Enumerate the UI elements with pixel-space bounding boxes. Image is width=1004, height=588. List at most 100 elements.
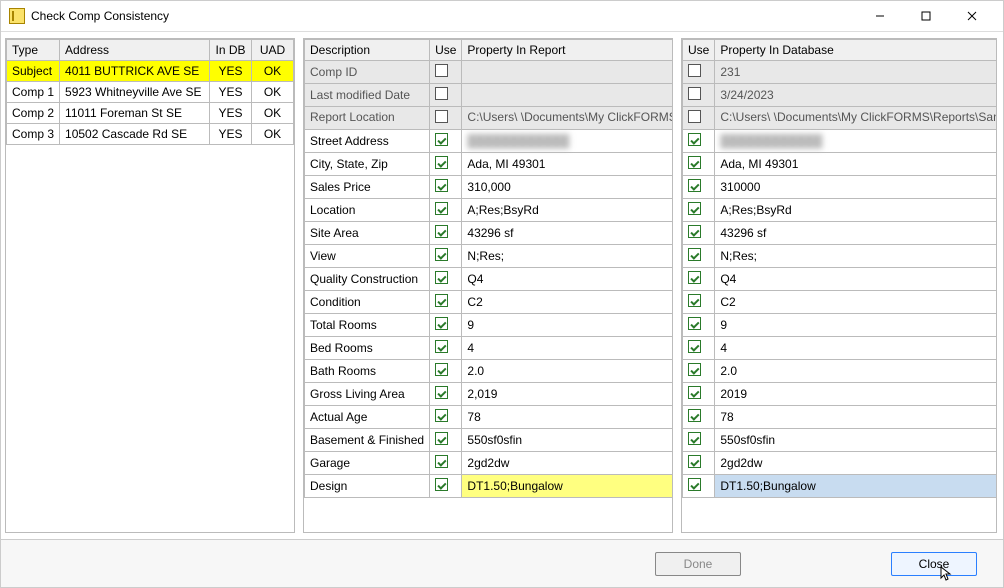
col-uad[interactable]: UAD: [252, 40, 294, 61]
col-use-db[interactable]: Use: [683, 40, 715, 61]
cell-value-database[interactable]: C:\Users\ \Documents\My ClickFORMS\Repor…: [715, 107, 997, 130]
cell-value-report[interactable]: C2: [462, 291, 673, 314]
checkbox-checked-icon[interactable]: [688, 386, 701, 399]
cell-value-database[interactable]: 2019: [715, 383, 997, 406]
checkbox-checked-icon[interactable]: [688, 248, 701, 261]
cell-value-database[interactable]: N;Res;: [715, 245, 997, 268]
checkbox-checked-icon[interactable]: [688, 478, 701, 491]
close-button[interactable]: Close: [891, 552, 977, 576]
cell-value-database[interactable]: A;Res;BsyRd: [715, 199, 997, 222]
checkbox-checked-icon[interactable]: [688, 363, 701, 376]
checkbox-checked-icon[interactable]: [435, 455, 448, 468]
checkbox-checked-icon[interactable]: [435, 225, 448, 238]
cell-value-report[interactable]: Q4: [462, 268, 673, 291]
checkbox-unchecked-icon[interactable]: [435, 87, 448, 100]
cell-value-report[interactable]: C:\Users\ \Documents\My ClickFORMS\Repor…: [462, 107, 673, 130]
col-indb[interactable]: In DB: [210, 40, 252, 61]
cell-value-report[interactable]: ████████████: [462, 130, 673, 153]
cell-value-report[interactable]: DT1.50;Bungalow: [462, 475, 673, 498]
checkbox-checked-icon[interactable]: [688, 317, 701, 330]
cell-value-report[interactable]: 2.0: [462, 360, 673, 383]
checkbox-checked-icon[interactable]: [688, 409, 701, 422]
checkbox-unchecked-icon[interactable]: [688, 110, 701, 123]
cell-use: [430, 452, 462, 475]
cell-description: Comp ID: [305, 61, 430, 84]
checkbox-checked-icon[interactable]: [435, 409, 448, 422]
checkbox-unchecked-icon[interactable]: [688, 64, 701, 77]
table-row[interactable]: Comp 310502 Cascade Rd SEYESOK: [7, 124, 294, 145]
done-button[interactable]: Done: [655, 552, 741, 576]
cell-value-database[interactable]: 3/24/2023: [715, 84, 997, 107]
checkbox-unchecked-icon[interactable]: [688, 87, 701, 100]
checkbox-checked-icon[interactable]: [435, 317, 448, 330]
cell-value-database[interactable]: 9: [715, 314, 997, 337]
cell-value-report[interactable]: [462, 61, 673, 84]
cell-value-report[interactable]: 550sf0sfin: [462, 429, 673, 452]
cell-value-database[interactable]: 78: [715, 406, 997, 429]
checkbox-checked-icon[interactable]: [688, 202, 701, 215]
checkbox-checked-icon[interactable]: [435, 202, 448, 215]
checkbox-checked-icon[interactable]: [688, 133, 701, 146]
cell-value-database[interactable]: Ada, MI 49301: [715, 153, 997, 176]
cell-value-database[interactable]: 550sf0sfin: [715, 429, 997, 452]
cell-value-report[interactable]: 78: [462, 406, 673, 429]
cell-value-database[interactable]: 2gd2dw: [715, 452, 997, 475]
cell-value-report[interactable]: Ada, MI 49301: [462, 153, 673, 176]
checkbox-checked-icon[interactable]: [435, 386, 448, 399]
checkbox-checked-icon[interactable]: [435, 432, 448, 445]
cell-value-report[interactable]: N;Res;: [462, 245, 673, 268]
col-property-in-database[interactable]: Property In Database: [715, 40, 997, 61]
cell-value-report[interactable]: 4: [462, 337, 673, 360]
table-row[interactable]: Subject4011 BUTTRICK AVE SEYESOK: [7, 61, 294, 82]
checkbox-unchecked-icon[interactable]: [435, 64, 448, 77]
table-row: 78: [683, 406, 998, 429]
checkbox-checked-icon[interactable]: [435, 363, 448, 376]
checkbox-unchecked-icon[interactable]: [435, 110, 448, 123]
table-row[interactable]: Comp 15923 Whitneyville Ave SEYESOK: [7, 82, 294, 103]
cell-value-database[interactable]: DT1.50;Bungalow: [715, 475, 997, 498]
close-window-button[interactable]: [949, 1, 995, 31]
cell-value-report[interactable]: 2gd2dw: [462, 452, 673, 475]
cell-value-report[interactable]: 9: [462, 314, 673, 337]
cell-value-database[interactable]: 2.0: [715, 360, 997, 383]
col-description[interactable]: Description: [305, 40, 430, 61]
cell-value-report[interactable]: 2,019: [462, 383, 673, 406]
col-address[interactable]: Address: [60, 40, 210, 61]
checkbox-checked-icon[interactable]: [688, 225, 701, 238]
cell-value-database[interactable]: 310000: [715, 176, 997, 199]
cell-value-database[interactable]: 43296 sf: [715, 222, 997, 245]
maximize-button[interactable]: [903, 1, 949, 31]
cell-value-database[interactable]: 231: [715, 61, 997, 84]
cell-value-report[interactable]: 43296 sf: [462, 222, 673, 245]
cell-value-report[interactable]: A;Res;BsyRd: [462, 199, 673, 222]
cell-value-report[interactable]: 310,000: [462, 176, 673, 199]
checkbox-checked-icon[interactable]: [435, 340, 448, 353]
col-type[interactable]: Type: [7, 40, 60, 61]
checkbox-checked-icon[interactable]: [435, 294, 448, 307]
table-row: 231: [683, 61, 998, 84]
checkbox-checked-icon[interactable]: [688, 294, 701, 307]
checkbox-checked-icon[interactable]: [435, 179, 448, 192]
checkbox-checked-icon[interactable]: [435, 156, 448, 169]
checkbox-checked-icon[interactable]: [435, 248, 448, 261]
table-row: Quality ConstructionQ4: [305, 268, 674, 291]
checkbox-checked-icon[interactable]: [688, 432, 701, 445]
checkbox-checked-icon[interactable]: [688, 156, 701, 169]
cell-value-database[interactable]: ████████████: [715, 130, 997, 153]
cell-value-database[interactable]: 4: [715, 337, 997, 360]
checkbox-checked-icon[interactable]: [688, 271, 701, 284]
col-property-in-report[interactable]: Property In Report: [462, 40, 673, 61]
col-use-report[interactable]: Use: [430, 40, 462, 61]
checkbox-checked-icon[interactable]: [435, 271, 448, 284]
minimize-button[interactable]: [857, 1, 903, 31]
table-row[interactable]: Comp 211011 Foreman St SEYESOK: [7, 103, 294, 124]
checkbox-checked-icon[interactable]: [688, 340, 701, 353]
checkbox-checked-icon[interactable]: [435, 133, 448, 146]
checkbox-checked-icon[interactable]: [435, 478, 448, 491]
checkbox-checked-icon[interactable]: [688, 179, 701, 192]
cell-value-database[interactable]: C2: [715, 291, 997, 314]
cell-value-report[interactable]: [462, 84, 673, 107]
cell-use: [683, 406, 715, 429]
checkbox-checked-icon[interactable]: [688, 455, 701, 468]
cell-value-database[interactable]: Q4: [715, 268, 997, 291]
